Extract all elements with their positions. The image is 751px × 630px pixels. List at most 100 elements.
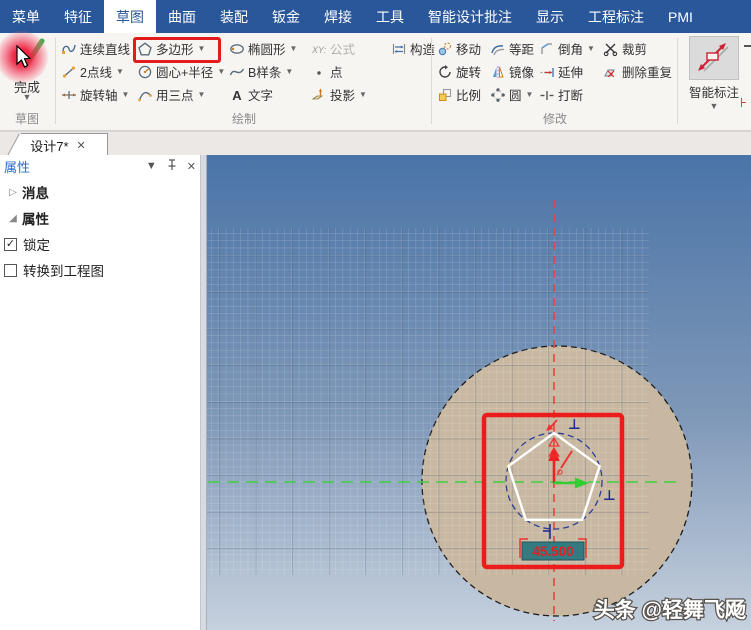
dimension-value[interactable]: 45.500 bbox=[532, 544, 573, 559]
menu-tab-caidan[interactable]: 菜单 bbox=[0, 0, 52, 33]
rotate-icon bbox=[439, 64, 451, 78]
tool-rotate[interactable]: 旋转 bbox=[434, 60, 487, 83]
expanded-triangle-icon[interactable]: ◢ bbox=[4, 213, 22, 224]
arc-icon bbox=[138, 91, 152, 101]
section-message[interactable]: ▷ 消息 bbox=[0, 181, 200, 203]
panel-splitter[interactable] bbox=[200, 155, 207, 630]
ellipse-icon bbox=[230, 43, 244, 54]
document-tab-bar: 设计7* ✕ bbox=[0, 131, 751, 156]
main-area: 属性 ▼ ✕ ▷ 消息 ◢ 属性 ✓ 锁定 转换到工程图 ⊥ ⊥ 45.500 … bbox=[0, 155, 751, 630]
document-tab-design7[interactable]: 设计7* ✕ bbox=[8, 133, 108, 156]
tool-bspline[interactable]: B样条 ▼ bbox=[226, 60, 308, 83]
tool-offset[interactable]: 等距 bbox=[487, 37, 536, 60]
checkbox-unchecked[interactable] bbox=[4, 263, 17, 277]
circle-pattern-icon bbox=[491, 87, 505, 102]
menu-tab-zhuangpei[interactable]: 装配 bbox=[208, 0, 260, 33]
perpendicular-constraint-icon: ⊥ bbox=[603, 487, 616, 503]
tool-rotation-axis[interactable]: 旋转轴 ▼ bbox=[58, 83, 134, 106]
menu-tab-caotu-active[interactable]: 草图 bbox=[104, 0, 156, 33]
menu-tab-tezheng[interactable]: 特征 bbox=[52, 0, 104, 33]
extend-icon bbox=[540, 67, 554, 77]
collapsed-triangle-icon[interactable]: ▷ bbox=[4, 187, 22, 198]
ribbon-separator bbox=[431, 38, 432, 124]
tool-continuous-line[interactable]: 连续直线 bbox=[58, 37, 134, 60]
dropdown-arrow[interactable]: ▼ bbox=[285, 67, 293, 76]
dropdown-arrow[interactable]: ▼ bbox=[122, 90, 130, 99]
tool-mirror[interactable]: 镜像 bbox=[487, 60, 536, 83]
panel-header: 属性 ▼ ✕ bbox=[0, 155, 200, 177]
finish-dropdown-arrow[interactable]: ▼ bbox=[0, 92, 54, 102]
checkbox-row-lock[interactable]: ✓ 锁定 bbox=[0, 233, 200, 255]
spline-icon bbox=[229, 68, 245, 75]
menu-bar: 菜单 特征 草图 曲面 装配 钣金 焊接 工具 智能设计批注 显示 工程标注 P… bbox=[0, 0, 751, 33]
panel-dropdown-icon[interactable]: ▼ bbox=[146, 160, 157, 172]
tool-break[interactable]: 打断 bbox=[536, 83, 600, 106]
tool-chamfer[interactable]: 倒角 ▼ bbox=[536, 37, 600, 60]
break-icon bbox=[540, 90, 554, 100]
document-tab-label: 设计7* bbox=[30, 138, 69, 154]
menu-tab-xianshi[interactable]: 显示 bbox=[524, 0, 576, 33]
tool-delete-duplicate[interactable]: ✕ 删除重复 bbox=[600, 60, 676, 83]
sketch-canvas[interactable]: ⊥ ⊥ 45.500 头条 @轻舞飞飏 bbox=[207, 155, 751, 630]
dropdown-arrow[interactable]: ▼ bbox=[116, 67, 124, 76]
offset-icon bbox=[491, 44, 505, 55]
tool-circle-center-radius[interactable]: 圆心+半径 ▼ bbox=[134, 60, 226, 83]
tool-scale[interactable]: 比例 bbox=[434, 83, 487, 106]
dropdown-arrow[interactable]: ▼ bbox=[587, 44, 595, 53]
tool-2point-line[interactable]: 2点线 ▼ bbox=[58, 60, 134, 83]
menu-tab-gongcheng-biaozhu[interactable]: 工程标注 bbox=[576, 0, 656, 33]
tool-ellipse[interactable]: 椭圆形 ▼ bbox=[226, 37, 308, 60]
properties-panel: 属性 ▼ ✕ ▷ 消息 ◢ 属性 ✓ 锁定 转换到工程图 bbox=[0, 155, 200, 630]
dropdown-arrow[interactable]: ▼ bbox=[198, 90, 206, 99]
tool-circle-pattern[interactable]: 圆 ▼ bbox=[487, 83, 536, 106]
formula-icon: XY: bbox=[311, 45, 327, 55]
tool-move[interactable]: 移动 bbox=[434, 37, 487, 60]
ribbon: 完成 ▼ 草图 连续直线 2点线 ▼ 旋转轴 ▼ 多边形 ▼ 圆心+半径 ▼ 用… bbox=[0, 31, 751, 131]
tool-extend[interactable]: 延伸 bbox=[536, 60, 600, 83]
menu-tab-gongju[interactable]: 工具 bbox=[364, 0, 416, 33]
checkbox-row-convert-drawing[interactable]: 转换到工程图 bbox=[0, 259, 200, 281]
svg-text:✕: ✕ bbox=[606, 69, 615, 80]
tool-point[interactable]: 点 bbox=[308, 60, 388, 83]
tool-trim[interactable]: 裁剪 bbox=[600, 37, 676, 60]
panel-close-icon[interactable]: ✕ bbox=[187, 160, 196, 173]
line-icon bbox=[62, 65, 76, 78]
panel-pin-icon[interactable] bbox=[167, 158, 177, 174]
group-label-draw: 绘制 bbox=[231, 112, 256, 126]
delete-duplicate-icon: ✕ bbox=[604, 69, 616, 80]
scissors-icon bbox=[603, 43, 618, 56]
finish-cell[interactable]: 完成 ▼ 草图 bbox=[0, 31, 54, 131]
menu-tab-pmi[interactable]: PMI bbox=[656, 0, 705, 33]
tool-construct[interactable]: 构造 bbox=[388, 37, 435, 60]
group-label-sketch: 草图 bbox=[14, 112, 39, 126]
tab-close-icon[interactable]: ✕ bbox=[77, 139, 86, 152]
tool-arc-three-points[interactable]: 用三点 ▼ bbox=[134, 83, 226, 106]
svg-text:XY:: XY: bbox=[311, 45, 327, 55]
draw-group: 连续直线 2点线 ▼ 旋转轴 ▼ 多边形 ▼ 圆心+半径 ▼ 用三点 ▼ 椭圆形… bbox=[58, 33, 435, 131]
dropdown-arrow[interactable]: ▼ bbox=[198, 44, 206, 53]
menu-tab-banjin[interactable]: 钣金 bbox=[260, 0, 312, 33]
tool-text[interactable]: A 文字 bbox=[226, 83, 308, 106]
dropdown-arrow[interactable]: ▼ bbox=[217, 67, 225, 76]
application-window: 菜单 特征 草图 曲面 装配 钣金 焊接 工具 智能设计批注 显示 工程标注 P… bbox=[0, 0, 751, 630]
scale-icon bbox=[439, 88, 452, 101]
smart-dimension-icon-box bbox=[689, 36, 739, 80]
chamfer-icon bbox=[541, 42, 552, 54]
dropdown-arrow[interactable]: ▼ bbox=[526, 90, 534, 99]
tool-projection[interactable]: 投影 ▼ bbox=[308, 83, 388, 106]
ribbon-separator bbox=[677, 38, 678, 124]
menu-tab-zhineng-sheji-pizhu[interactable]: 智能设计批注 bbox=[416, 0, 524, 33]
perpendicular-constraint-icon: ⊥ bbox=[568, 416, 581, 432]
smart-dimension-icon bbox=[698, 43, 729, 72]
checkbox-checked[interactable]: ✓ bbox=[4, 237, 17, 251]
dropdown-arrow[interactable]: ▼ bbox=[359, 90, 367, 99]
smart-dimension-button[interactable]: 智能标注 ▼ bbox=[681, 33, 747, 131]
section-properties[interactable]: ◢ 属性 bbox=[0, 207, 200, 229]
dropdown-arrow[interactable]: ▼ bbox=[290, 44, 298, 53]
menu-tab-hanjie[interactable]: 焊接 bbox=[312, 0, 364, 33]
smart-dimension-dropdown[interactable]: ▼ bbox=[681, 101, 747, 111]
clipped-ribbon-icon: ⊦ bbox=[740, 95, 747, 110]
menu-tab-qumian[interactable]: 曲面 bbox=[156, 0, 208, 33]
move-icon bbox=[438, 41, 452, 55]
tool-polygon[interactable]: 多边形 ▼ bbox=[134, 37, 226, 60]
